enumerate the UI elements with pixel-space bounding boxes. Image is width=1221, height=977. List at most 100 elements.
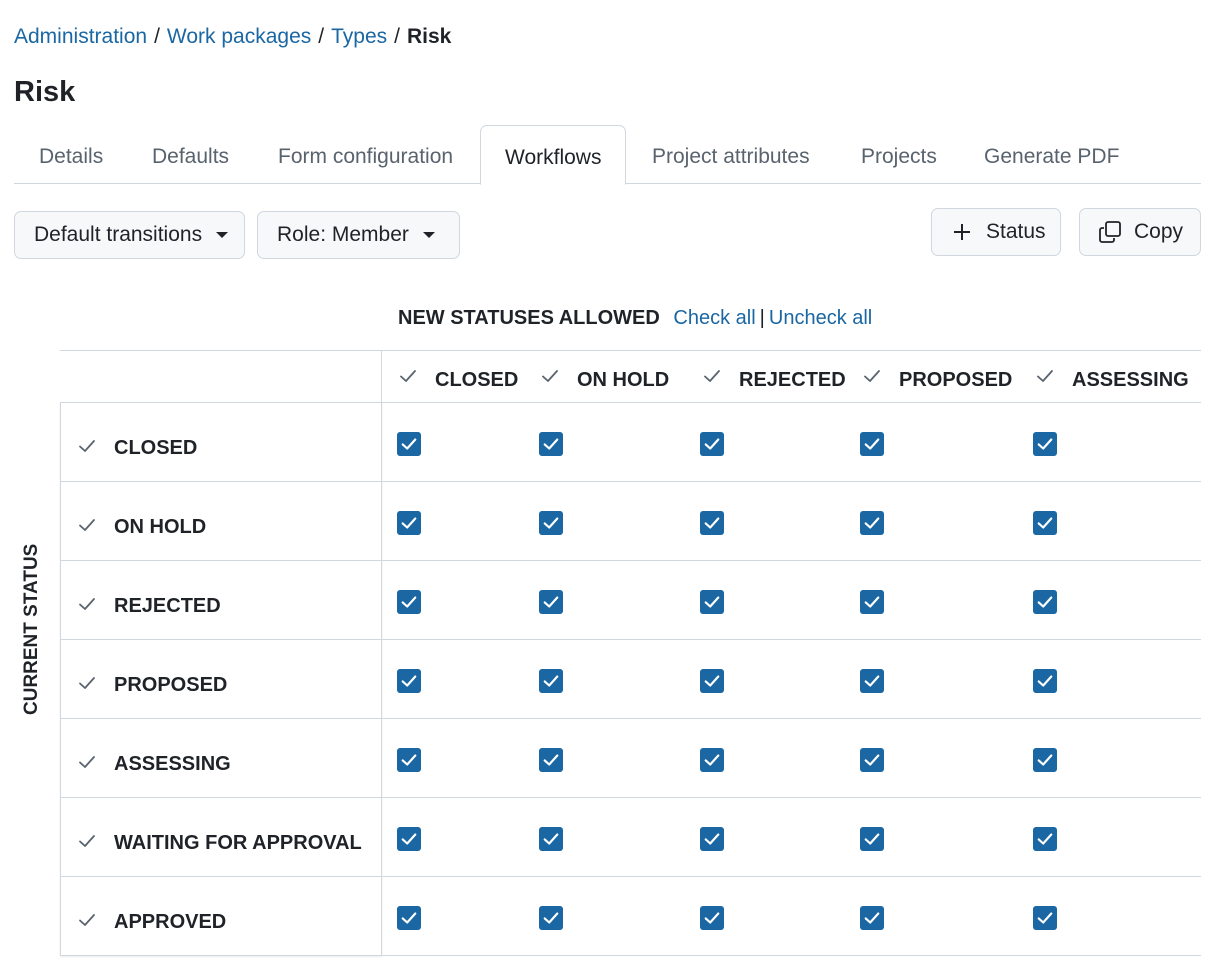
tab-form-configuration[interactable]: Form configuration: [278, 125, 453, 184]
transition-checkbox[interactable]: [1033, 669, 1057, 693]
plus-icon: [954, 224, 970, 240]
row-header-label: APPROVED: [114, 910, 227, 933]
transition-checkbox[interactable]: [539, 432, 563, 456]
transition-checkbox[interactable]: [700, 432, 724, 456]
transition-checkbox[interactable]: [397, 669, 421, 693]
row-header: PROPOSED: [77, 669, 227, 700]
check-icon[interactable]: [540, 366, 577, 393]
triangle-down-icon: [216, 232, 229, 238]
breadcrumb-types[interactable]: Types: [331, 25, 387, 48]
table-row: REJECTED: [60, 560, 1201, 639]
column-header: ON HOLD: [540, 366, 669, 393]
breadcrumb-separator: /: [394, 25, 400, 48]
transition-checkbox[interactable]: [700, 590, 724, 614]
transition-checkbox[interactable]: [700, 827, 724, 851]
transition-checkbox[interactable]: [1033, 432, 1057, 456]
column-header-label: CLOSED: [435, 368, 519, 391]
link-separator: |: [759, 307, 765, 329]
check-icon[interactable]: [77, 906, 114, 937]
breadcrumb-current: Risk: [406, 25, 452, 48]
check-icon[interactable]: [77, 669, 114, 700]
triangle-down-icon: [422, 232, 435, 238]
new-statuses-header: NEW STATUSES ALLOWED Check all | Uncheck a…: [398, 305, 872, 331]
grid-divider: [60, 350, 1201, 351]
transition-checkbox[interactable]: [1033, 748, 1057, 772]
transition-checkbox[interactable]: [860, 432, 884, 456]
check-icon[interactable]: [77, 827, 114, 858]
breadcrumb: Administration / Work packages / Types / Risk: [14, 24, 451, 50]
column-header: CLOSED: [398, 366, 518, 393]
breadcrumb-separator: /: [318, 25, 325, 48]
transition-checkbox[interactable]: [700, 669, 724, 693]
transition-checkbox[interactable]: [397, 827, 421, 851]
transition-checkbox[interactable]: [397, 906, 421, 930]
table-row: WAITING FOR APPROVAL: [60, 797, 1201, 876]
tab-projects[interactable]: Projects: [861, 125, 937, 184]
breadcrumb-administration[interactable]: Administration: [14, 25, 147, 48]
transition-checkbox[interactable]: [860, 669, 884, 693]
tab-generate-pdf[interactable]: Generate PDF: [984, 125, 1119, 184]
column-header: REJECTED: [702, 366, 846, 393]
tab-workflows[interactable]: Workflows: [480, 125, 627, 185]
copy-icon: [1099, 221, 1121, 243]
transition-checkbox[interactable]: [539, 906, 563, 930]
transition-checkbox[interactable]: [397, 590, 421, 614]
transition-checkbox[interactable]: [539, 827, 563, 851]
table-row: CLOSED: [60, 402, 1201, 481]
transition-checkbox[interactable]: [700, 748, 724, 772]
transitions-select[interactable]: Default transitions: [14, 211, 245, 259]
transition-checkbox[interactable]: [1033, 906, 1057, 930]
transitions-select-label: Default transitions: [34, 223, 203, 246]
check-all-link[interactable]: Check all: [673, 307, 755, 329]
transition-checkbox[interactable]: [1033, 511, 1057, 535]
transition-checkbox[interactable]: [1033, 827, 1057, 851]
tab-details[interactable]: Details: [39, 125, 103, 184]
copy-label: Copy: [1134, 220, 1184, 243]
table-row: APPROVED: [60, 876, 1201, 955]
check-icon[interactable]: [398, 366, 435, 393]
transition-checkbox[interactable]: [539, 590, 563, 614]
check-icon[interactable]: [702, 366, 739, 393]
transition-checkbox[interactable]: [539, 748, 563, 772]
add-status-label: Status: [986, 220, 1046, 243]
check-icon[interactable]: [1035, 366, 1072, 393]
tab-project-attributes[interactable]: Project attributes: [652, 125, 810, 184]
transition-checkbox[interactable]: [539, 511, 563, 535]
check-icon[interactable]: [77, 511, 114, 542]
check-icon[interactable]: [862, 366, 899, 393]
column-header: ASSESSING: [1035, 366, 1189, 393]
new-statuses-title: NEW STATUSES ALLOWED: [398, 307, 660, 329]
add-status-button[interactable]: Status: [931, 208, 1061, 256]
table-row: ASSESSING: [60, 718, 1201, 797]
transition-checkbox[interactable]: [397, 432, 421, 456]
transition-checkbox[interactable]: [397, 511, 421, 535]
transition-checkbox[interactable]: [860, 590, 884, 614]
transition-checkbox[interactable]: [1033, 590, 1057, 614]
transition-checkbox[interactable]: [860, 748, 884, 772]
copy-button[interactable]: Copy: [1079, 208, 1201, 256]
column-header-label: PROPOSED: [899, 368, 1013, 391]
column-header-label: ON HOLD: [577, 368, 670, 391]
transition-checkbox[interactable]: [397, 748, 421, 772]
current-status-label: CURRENT STATUS: [21, 543, 42, 715]
check-icon[interactable]: [77, 590, 114, 621]
row-header: REJECTED: [77, 590, 221, 621]
transition-checkbox[interactable]: [860, 906, 884, 930]
uncheck-all-link[interactable]: Uncheck all: [769, 307, 872, 329]
transition-checkbox[interactable]: [700, 906, 724, 930]
check-icon[interactable]: [77, 748, 114, 779]
table-row: PROPOSED: [60, 639, 1201, 718]
row-header-label: ON HOLD: [114, 515, 207, 538]
row-header: WAITING FOR APPROVAL: [77, 827, 362, 858]
row-header-label: CLOSED: [114, 436, 198, 459]
transition-checkbox[interactable]: [860, 827, 884, 851]
transition-checkbox[interactable]: [539, 669, 563, 693]
check-icon[interactable]: [77, 432, 114, 463]
transition-checkbox[interactable]: [700, 511, 724, 535]
transition-checkbox[interactable]: [860, 511, 884, 535]
breadcrumb-work-packages[interactable]: Work packages: [167, 25, 311, 48]
tab-defaults[interactable]: Defaults: [152, 125, 229, 184]
row-header-label: WAITING FOR APPROVAL: [114, 831, 362, 854]
role-select[interactable]: Role: Member: [257, 211, 460, 259]
role-select-label: Role: Member: [277, 223, 409, 246]
